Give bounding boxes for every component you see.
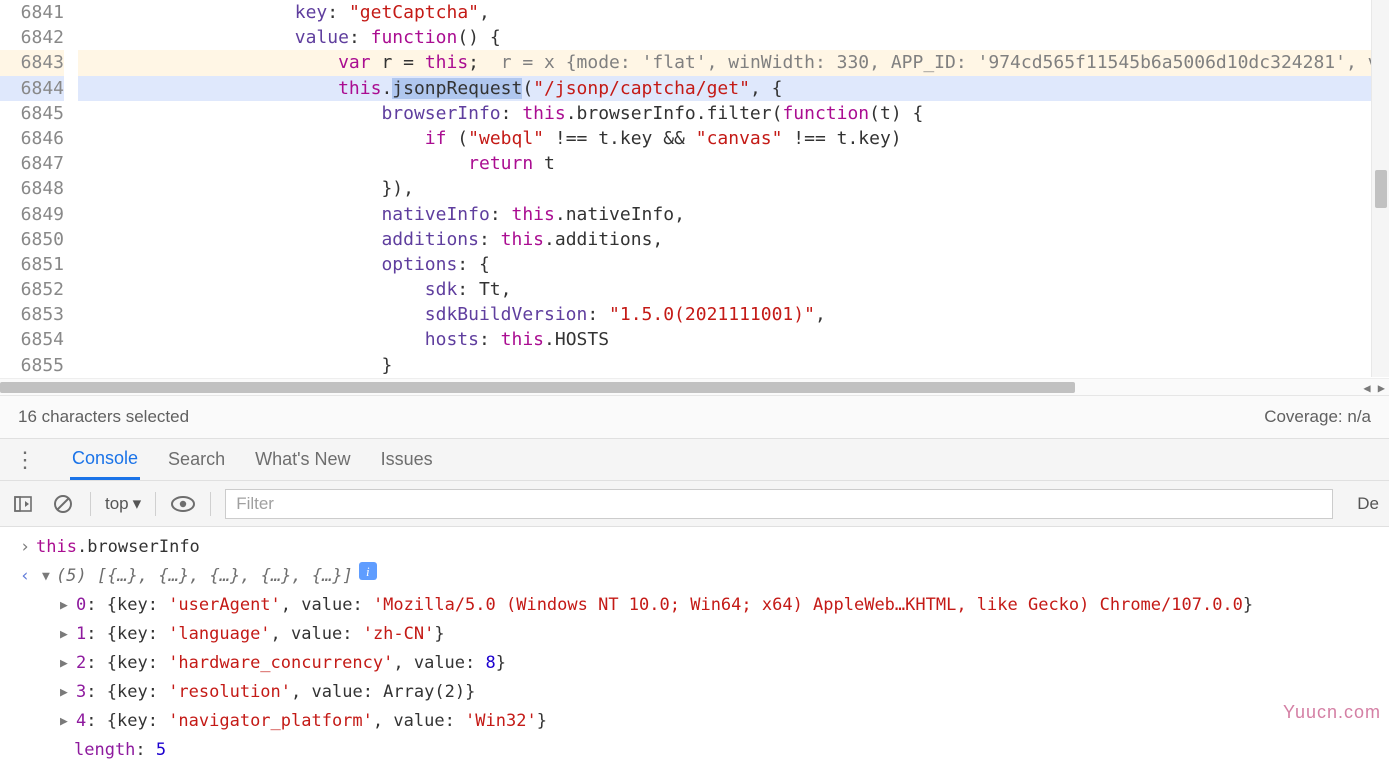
- expand-right-icon[interactable]: ▶: [60, 620, 74, 649]
- console-expression: this.browserInfo: [36, 533, 200, 562]
- code-line[interactable]: }: [78, 353, 1389, 378]
- vertical-scrollbar[interactable]: [1371, 0, 1389, 377]
- code-line[interactable]: }),: [78, 176, 1389, 201]
- console-input-row[interactable]: › this.browserInfo: [14, 533, 1375, 562]
- line-number: 6844: [0, 76, 64, 101]
- code-line[interactable]: sdk: Tt,: [78, 277, 1389, 302]
- tab-issues[interactable]: Issues: [379, 441, 435, 478]
- inline-value-overlay: r = x {mode: 'flat', winWidth: 330, APP_…: [479, 50, 1378, 75]
- array-length: length: 5: [14, 736, 1375, 765]
- tab-console[interactable]: Console: [70, 440, 140, 480]
- live-expression-icon[interactable]: [170, 491, 196, 517]
- code-line[interactable]: additions: this.additions,: [78, 227, 1389, 252]
- expand-right-icon[interactable]: ▶: [60, 678, 74, 707]
- line-number: 6847: [0, 151, 64, 176]
- tab-whats-new[interactable]: What's New: [253, 441, 352, 478]
- filter-input[interactable]: [225, 489, 1333, 519]
- line-number: 6849: [0, 202, 64, 227]
- info-icon[interactable]: i: [359, 562, 377, 580]
- array-entry[interactable]: ▶1: {key: 'language', value: 'zh-CN'}: [14, 620, 1375, 649]
- chevron-right-icon: ›: [14, 533, 36, 562]
- console-result-row[interactable]: ‹ ▼ (5) [{…}, {…}, {…}, {…}, {…}] i: [14, 562, 1375, 591]
- selection-status: 16 characters selected: [18, 407, 189, 427]
- line-number: 6855: [0, 353, 64, 378]
- code-line[interactable]: sdkBuildVersion: "1.5.0(2021111001)",: [78, 302, 1389, 327]
- scrollbar-arrows[interactable]: ◀ ▶: [1363, 379, 1389, 396]
- line-number: 6846: [0, 126, 64, 151]
- array-entry[interactable]: ▶0: {key: 'userAgent', value: 'Mozilla/5…: [14, 591, 1375, 620]
- scrollbar-thumb[interactable]: [0, 382, 1075, 393]
- chevron-left-icon: ‹: [14, 562, 36, 591]
- line-number: 6850: [0, 227, 64, 252]
- code-line[interactable]: browserInfo: this.browserInfo.filter(fun…: [78, 101, 1389, 126]
- chevron-down-icon: ▾: [133, 494, 142, 514]
- code-line[interactable]: key: "getCaptcha",: [78, 0, 1389, 25]
- array-entry[interactable]: ▶3: {key: 'resolution', value: Array(2)}: [14, 678, 1375, 707]
- console-output[interactable]: › this.browserInfo ‹ ▼ (5) [{…}, {…}, {……: [0, 527, 1389, 777]
- console-toolbar: top ▾ De: [0, 481, 1389, 527]
- array-entry[interactable]: ▶2: {key: 'hardware_concurrency', value:…: [14, 649, 1375, 678]
- levels-label[interactable]: De: [1347, 494, 1379, 514]
- clear-console-icon[interactable]: [50, 491, 76, 517]
- editor-status-bar: 16 characters selected Coverage: n/a: [0, 395, 1389, 438]
- tab-search[interactable]: Search: [166, 441, 227, 478]
- line-number: 6853: [0, 302, 64, 327]
- line-number: 6845: [0, 101, 64, 126]
- code-line[interactable]: hosts: this.HOSTS: [78, 327, 1389, 352]
- line-number: 6848: [0, 176, 64, 201]
- toolbar-divider: [210, 492, 211, 516]
- expand-right-icon[interactable]: ▶: [60, 591, 74, 620]
- code-line[interactable]: value: function() {: [78, 25, 1389, 50]
- toolbar-divider: [90, 492, 91, 516]
- code-line[interactable]: if ("webql" !== t.key && "canvas" !== t.…: [78, 126, 1389, 151]
- code-line[interactable]: options: {: [78, 252, 1389, 277]
- sidebar-toggle-icon[interactable]: [10, 491, 36, 517]
- more-tools-icon[interactable]: ⋮: [6, 447, 44, 473]
- code-line-breakpoint[interactable]: var r = this; r = x {mode: 'flat', winWi…: [78, 50, 1389, 75]
- toolbar-divider: [155, 492, 156, 516]
- context-selector[interactable]: top ▾: [105, 494, 141, 514]
- filter-box: [225, 489, 1333, 519]
- code-content[interactable]: key: "getCaptcha", value: function() { v…: [78, 0, 1389, 378]
- array-entries: ▶0: {key: 'userAgent', value: 'Mozilla/5…: [14, 591, 1375, 736]
- devtools-window: 6841 6842 6843 6844 6845 6846 6847 6848 …: [0, 0, 1389, 777]
- coverage-status: Coverage: n/a: [1264, 407, 1371, 427]
- line-gutter: 6841 6842 6843 6844 6845 6846 6847 6848 …: [0, 0, 78, 378]
- line-number: 6851: [0, 252, 64, 277]
- text-selection: jsonpRequest: [392, 78, 522, 99]
- code-line[interactable]: nativeInfo: this.nativeInfo,: [78, 202, 1389, 227]
- line-number: 6842: [0, 25, 64, 50]
- expand-right-icon[interactable]: ▶: [60, 649, 74, 678]
- array-entry[interactable]: ▶4: {key: 'navigator_platform', value: '…: [14, 707, 1375, 736]
- line-number: 6854: [0, 327, 64, 352]
- code-line-current[interactable]: this.jsonpRequest("/jsonp/captcha/get", …: [78, 76, 1389, 101]
- line-number: 6852: [0, 277, 64, 302]
- line-number: 6841: [0, 0, 64, 25]
- horizontal-scrollbar[interactable]: ◀ ▶: [0, 378, 1389, 395]
- expand-down-icon[interactable]: ▼: [42, 562, 56, 591]
- drawer-tabs: ⋮ Console Search What's New Issues: [0, 438, 1389, 481]
- expand-right-icon[interactable]: ▶: [60, 707, 74, 736]
- array-summary[interactable]: (5) [{…}, {…}, {…}, {…}, {…}]: [56, 562, 353, 591]
- line-number: 6843: [0, 50, 64, 75]
- scrollbar-thumb[interactable]: [1375, 170, 1387, 208]
- code-line[interactable]: return t: [78, 151, 1389, 176]
- source-editor[interactable]: 6841 6842 6843 6844 6845 6846 6847 6848 …: [0, 0, 1389, 378]
